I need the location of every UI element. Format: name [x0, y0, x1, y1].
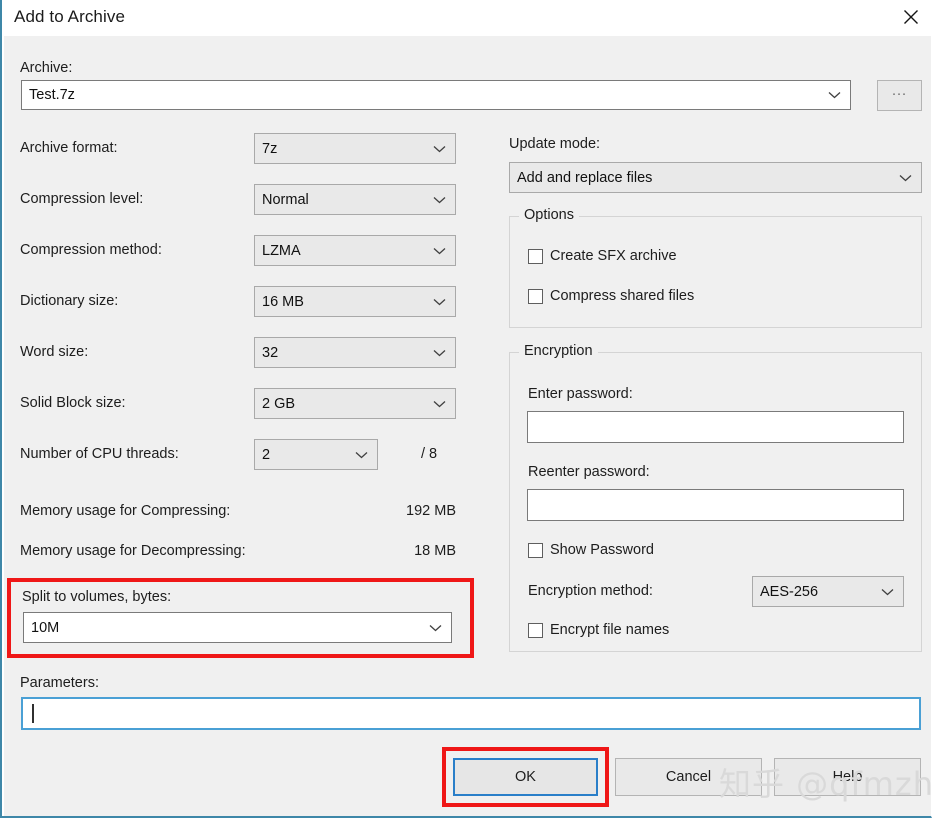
encrypt-file-names-label: Encrypt file names: [550, 622, 670, 638]
parameters-label: Parameters:: [20, 675, 99, 691]
chevron-down-icon: [433, 298, 446, 306]
close-icon[interactable]: [888, 0, 931, 34]
archive-format-combobox[interactable]: 7z: [254, 133, 456, 164]
ok-button[interactable]: OK: [453, 758, 598, 796]
encrypt-file-names-checkbox[interactable]: Encrypt file names: [528, 622, 669, 638]
update-mode-label: Update mode:: [509, 136, 601, 152]
compress-shared-files-checkbox[interactable]: Compress shared files: [528, 288, 694, 304]
browse-button-label: ...: [891, 82, 908, 99]
dialog-body: Archive: Test.7z ... Archive format: 7z …: [4, 36, 931, 816]
archive-path-value: Test.7z: [29, 87, 75, 103]
memory-compressing-value: 192 MB: [406, 503, 456, 519]
archive-label: Archive:: [20, 60, 73, 76]
update-mode-value: Add and replace files: [517, 169, 653, 186]
options-group-title: Options: [519, 207, 579, 223]
help-button-label: Help: [832, 769, 863, 785]
create-sfx-archive-label: Create SFX archive: [550, 248, 677, 264]
checkbox-box: [528, 248, 543, 264]
options-group: Options: [509, 207, 922, 328]
archive-path-combobox[interactable]: Test.7z: [21, 80, 851, 110]
cpu-threads-total: / 8: [421, 446, 438, 462]
chevron-down-icon: [433, 196, 446, 204]
add-to-archive-dialog: Add to Archive Archive: Test.7z ... Arch…: [0, 0, 932, 818]
encryption-method-combobox[interactable]: AES-256: [752, 576, 904, 607]
compression-level-combobox[interactable]: Normal: [254, 184, 456, 215]
memory-decompressing-value: 18 MB: [414, 543, 456, 559]
memory-compressing-label: Memory usage for Compressing:: [20, 503, 231, 519]
parameters-input[interactable]: [21, 697, 921, 730]
compression-level-value: Normal: [262, 191, 309, 208]
compression-method-value: LZMA: [262, 242, 301, 259]
memory-decompressing-label: Memory usage for Decompressing:: [20, 543, 246, 559]
compression-level-label: Compression level:: [20, 191, 144, 207]
solid-block-size-value: 2 GB: [262, 395, 296, 412]
split-volumes-label: Split to volumes, bytes:: [22, 589, 172, 605]
chevron-down-icon: [429, 624, 442, 632]
archive-format-label: Archive format:: [20, 140, 118, 156]
checkbox-box: [528, 288, 543, 304]
checkbox-box: [528, 622, 543, 638]
help-button[interactable]: Help: [774, 758, 921, 796]
text-caret: [32, 704, 34, 723]
show-password-checkbox[interactable]: Show Password: [528, 542, 654, 558]
cancel-button[interactable]: Cancel: [615, 758, 762, 796]
ok-button-label: OK: [515, 769, 536, 785]
chevron-down-icon: [899, 174, 912, 182]
chevron-down-icon: [881, 588, 894, 596]
reenter-password-input[interactable]: [527, 489, 904, 521]
solid-block-size-combobox[interactable]: 2 GB: [254, 388, 456, 419]
chevron-down-icon: [828, 91, 841, 99]
chevron-down-icon: [355, 451, 368, 459]
enter-password-label: Enter password:: [528, 386, 633, 402]
encryption-method-value: AES-256: [760, 583, 819, 600]
split-volumes-value: 10M: [31, 619, 60, 636]
page-title: Add to Archive: [14, 7, 126, 26]
cpu-threads-value: 2: [262, 446, 271, 463]
show-password-label: Show Password: [550, 542, 654, 558]
title-bar: Add to Archive: [2, 0, 931, 36]
reenter-password-label: Reenter password:: [528, 464, 650, 480]
cpu-threads-combobox[interactable]: 2: [254, 439, 378, 470]
chevron-down-icon: [433, 349, 446, 357]
enter-password-input[interactable]: [527, 411, 904, 443]
archive-format-value: 7z: [262, 140, 278, 157]
solid-block-size-label: Solid Block size:: [20, 395, 126, 411]
split-volumes-combobox[interactable]: 10M: [23, 612, 452, 643]
chevron-down-icon: [433, 247, 446, 255]
dictionary-size-label: Dictionary size:: [20, 293, 119, 309]
compress-shared-files-label: Compress shared files: [550, 288, 695, 304]
word-size-label: Word size:: [20, 344, 89, 360]
dictionary-size-combobox[interactable]: 16 MB: [254, 286, 456, 317]
chevron-down-icon: [433, 400, 446, 408]
compression-method-label: Compression method:: [20, 242, 162, 258]
word-size-combobox[interactable]: 32: [254, 337, 456, 368]
encryption-method-label: Encryption method:: [528, 583, 653, 599]
word-size-value: 32: [262, 344, 279, 361]
cpu-threads-label: Number of CPU threads:: [20, 446, 179, 462]
create-sfx-archive-checkbox[interactable]: Create SFX archive: [528, 248, 677, 264]
encryption-group-title: Encryption: [519, 343, 598, 359]
update-mode-combobox[interactable]: Add and replace files: [509, 162, 922, 193]
dictionary-size-value: 16 MB: [262, 293, 304, 310]
checkbox-box: [528, 542, 543, 558]
browse-button[interactable]: ...: [877, 80, 922, 111]
compression-method-combobox[interactable]: LZMA: [254, 235, 456, 266]
cancel-button-label: Cancel: [665, 769, 712, 785]
chevron-down-icon: [433, 145, 446, 153]
